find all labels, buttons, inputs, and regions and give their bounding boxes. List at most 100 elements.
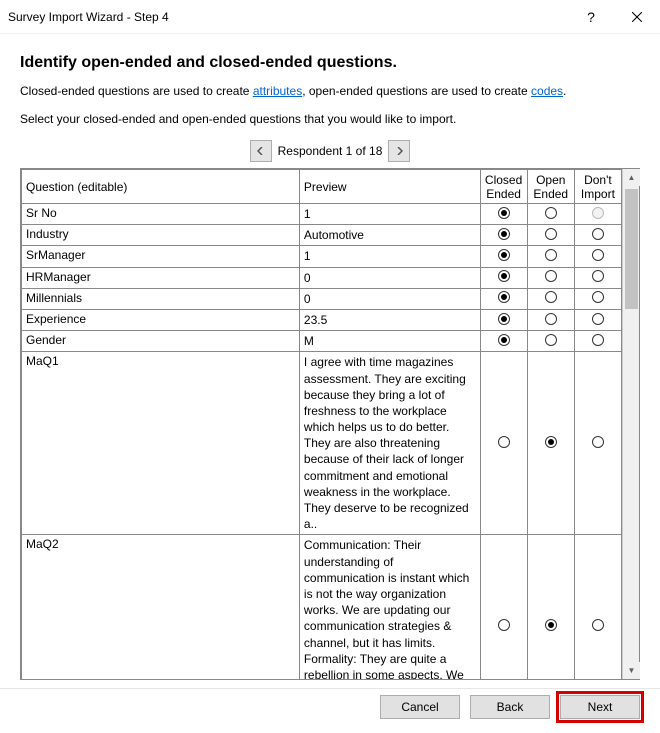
dont-radio-cell[interactable]	[574, 225, 621, 246]
codes-link[interactable]: codes	[531, 84, 563, 98]
open-radio-cell[interactable]	[527, 225, 574, 246]
question-cell[interactable]: Sr No	[22, 204, 300, 225]
closed-radio-cell[interactable]	[480, 225, 527, 246]
question-cell[interactable]: SrManager	[22, 246, 300, 267]
close-button[interactable]	[614, 0, 660, 34]
open-radio[interactable]	[545, 334, 557, 346]
dont-radio-cell[interactable]	[574, 267, 621, 288]
help-button[interactable]: ?	[568, 0, 614, 34]
closed-radio[interactable]	[498, 313, 510, 325]
closed-radio-cell[interactable]	[480, 204, 527, 225]
closed-radio-cell[interactable]	[480, 309, 527, 330]
closed-radio-cell[interactable]	[480, 352, 527, 535]
closed-radio[interactable]	[498, 207, 510, 219]
back-button[interactable]: Back	[470, 695, 550, 719]
open-radio-cell[interactable]	[527, 535, 574, 679]
pager-label: Respondent 1 of 18	[278, 144, 383, 158]
preview-cell: 0	[299, 288, 480, 309]
question-table-scroll: Question (editable) Preview Closed Ended…	[21, 169, 622, 679]
closed-radio[interactable]	[498, 270, 510, 282]
closed-radio-cell[interactable]	[480, 535, 527, 679]
scroll-down-button[interactable]: ▼	[623, 662, 640, 679]
open-radio[interactable]	[545, 313, 557, 325]
closed-radio-cell[interactable]	[480, 331, 527, 352]
dont-radio[interactable]	[592, 619, 604, 631]
question-cell[interactable]: Gender	[22, 331, 300, 352]
col-preview[interactable]: Preview	[299, 170, 480, 204]
dont-radio[interactable]	[592, 334, 604, 346]
closed-radio[interactable]	[498, 291, 510, 303]
dont-radio-cell[interactable]	[574, 204, 621, 225]
dont-radio[interactable]	[592, 291, 604, 303]
dont-radio[interactable]	[592, 436, 604, 448]
question-cell[interactable]: HRManager	[22, 267, 300, 288]
dont-radio[interactable]	[592, 313, 604, 325]
dont-radio-cell[interactable]	[574, 535, 621, 679]
next-button[interactable]: Next	[560, 695, 640, 719]
dont-radio-cell[interactable]	[574, 331, 621, 352]
open-radio-cell[interactable]	[527, 309, 574, 330]
page-heading: Identify open-ended and closed-ended que…	[20, 54, 640, 72]
open-radio[interactable]	[545, 619, 557, 631]
open-radio-cell[interactable]	[527, 246, 574, 267]
open-radio[interactable]	[545, 228, 557, 240]
open-radio-cell[interactable]	[527, 204, 574, 225]
question-cell[interactable]: MaQ2	[22, 535, 300, 679]
attributes-link[interactable]: attributes	[253, 84, 302, 98]
chevron-right-icon	[395, 147, 403, 155]
scroll-thumb[interactable]	[625, 189, 638, 309]
open-radio-cell[interactable]	[527, 331, 574, 352]
question-cell[interactable]: Millennials	[22, 288, 300, 309]
open-radio[interactable]	[545, 291, 557, 303]
dont-radio[interactable]	[592, 270, 604, 282]
preview-cell: I agree with time magazines assessment. …	[299, 352, 480, 535]
closed-radio[interactable]	[498, 619, 510, 631]
dont-radio[interactable]	[592, 228, 604, 240]
desc-text: , open-ended questions are used to creat…	[302, 84, 531, 98]
closed-radio[interactable]	[498, 436, 510, 448]
dont-radio-cell[interactable]	[574, 288, 621, 309]
table-row: MaQ1I agree with time magazines assessme…	[22, 352, 622, 535]
open-radio[interactable]	[545, 207, 557, 219]
closed-radio-cell[interactable]	[480, 246, 527, 267]
question-cell[interactable]: MaQ1	[22, 352, 300, 535]
dont-radio-cell[interactable]	[574, 309, 621, 330]
open-radio[interactable]	[545, 249, 557, 261]
open-radio[interactable]	[545, 436, 557, 448]
col-dont-import[interactable]: Don't Import	[574, 170, 621, 204]
table-row: Experience23.5	[22, 309, 622, 330]
closed-radio[interactable]	[498, 334, 510, 346]
col-question[interactable]: Question (editable)	[22, 170, 300, 204]
col-closed[interactable]: Closed Ended	[480, 170, 527, 204]
cancel-button[interactable]: Cancel	[380, 695, 460, 719]
table-row: MaQ2Communication: Their understanding o…	[22, 535, 622, 679]
dont-radio-cell[interactable]	[574, 246, 621, 267]
question-cell[interactable]: Industry	[22, 225, 300, 246]
col-open[interactable]: Open Ended	[527, 170, 574, 204]
description-line: Closed-ended questions are used to creat…	[20, 84, 640, 98]
dont-radio[interactable]	[592, 207, 604, 219]
preview-cell: 1	[299, 204, 480, 225]
question-table: Question (editable) Preview Closed Ended…	[21, 169, 622, 679]
dont-radio[interactable]	[592, 249, 604, 261]
dont-radio-cell[interactable]	[574, 352, 621, 535]
pager-next-button[interactable]	[388, 140, 410, 162]
content-area: Identify open-ended and closed-ended que…	[0, 34, 660, 688]
closed-radio[interactable]	[498, 249, 510, 261]
table-scrollbar[interactable]: ▲ ▼	[622, 169, 639, 679]
window-title: Survey Import Wizard - Step 4	[8, 10, 568, 24]
table-header-row: Question (editable) Preview Closed Ended…	[22, 170, 622, 204]
closed-radio[interactable]	[498, 228, 510, 240]
open-radio-cell[interactable]	[527, 267, 574, 288]
question-cell[interactable]: Experience	[22, 309, 300, 330]
closed-radio-cell[interactable]	[480, 288, 527, 309]
footer-hint: Click Next to continue	[20, 680, 640, 688]
closed-radio-cell[interactable]	[480, 267, 527, 288]
open-radio-cell[interactable]	[527, 288, 574, 309]
open-radio[interactable]	[545, 270, 557, 282]
question-table-frame: Question (editable) Preview Closed Ended…	[20, 168, 640, 680]
open-radio-cell[interactable]	[527, 352, 574, 535]
pager-prev-button[interactable]	[250, 140, 272, 162]
scroll-up-button[interactable]: ▲	[623, 169, 640, 186]
close-icon	[632, 12, 642, 22]
